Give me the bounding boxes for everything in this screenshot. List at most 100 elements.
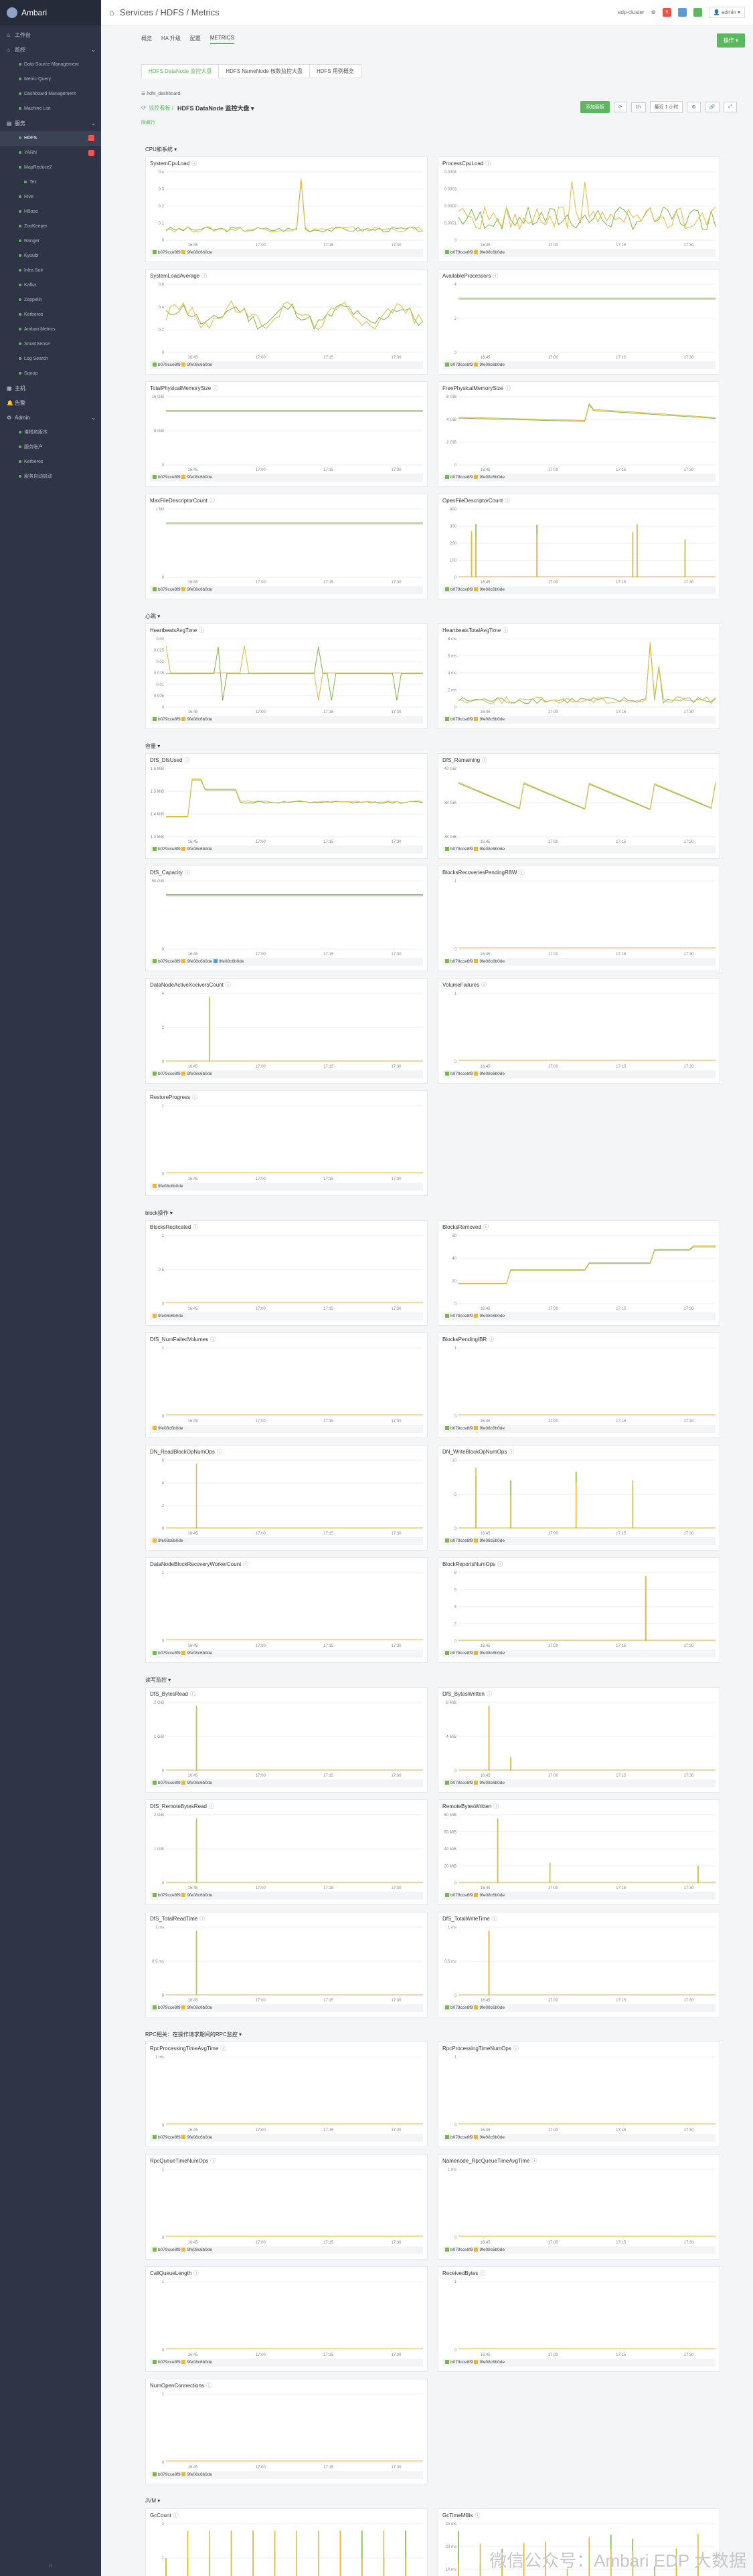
time-range-select[interactable]: 1h [631, 102, 646, 112]
sidebar-item[interactable]: ⌂ 工作台 [0, 28, 101, 43]
refresh-interval-select[interactable]: 最近 1 小时 [649, 101, 683, 113]
legend-item[interactable]: b079cce8f9 [445, 1893, 474, 1898]
sidebar-item[interactable]: Log Search [0, 352, 101, 367]
metric-panel[interactable]: RestoreProgress ⓘ 1 0 16:45 17:00 17:15 17:30 9f… [145, 1090, 428, 1196]
tab-dashboard[interactable]: HDFS DataNode 监控大盘 [141, 64, 220, 78]
metric-panel[interactable]: MaxFileDescriptorCount ⓘ 1 Mil 0 16:45 17:00 1… [145, 494, 428, 599]
legend-item[interactable]: 9fe08c6b0de [181, 1781, 212, 1785]
legend-item[interactable]: 9fe08c6b0de [181, 2135, 212, 2140]
group-title[interactable]: RPC相关：在操作请求期间的RPC监控 ▾ [145, 2031, 242, 2038]
legend-item[interactable]: 9fe08c6b0de [181, 2472, 212, 2477]
sidebar-item[interactable]: Ranger [0, 234, 101, 249]
sidebar-item[interactable]: 服务账户 [0, 440, 101, 455]
legend-item[interactable]: b079cce8f9 [445, 363, 474, 367]
metric-panel[interactable]: DfS_BytesWritten ⓘ 8 MiB 4 MiB 0 16:45 17:00 17… [438, 1687, 720, 1793]
sidebar-item[interactable]: Kerberos [0, 308, 101, 322]
legend-item[interactable]: 9fe08c6b0de [181, 1072, 212, 1076]
legend-item[interactable]: b079cce8f9 [153, 587, 181, 592]
metric-panel[interactable]: ProcessCpuLoad ⓘ 0.0004 0.0003 0.0002 0.0001 0… [438, 157, 720, 262]
sidebar-item[interactable]: ZooKeeper [0, 219, 101, 234]
legend-item[interactable]: 9fe08c6b0de [474, 1314, 505, 1318]
legend-item[interactable]: 9fe08c6b0de [181, 587, 212, 592]
metric-panel[interactable]: Namenode_RpcQueueTimeAvgTime ⓘ 1 ms 0 16:45 1… [438, 2154, 720, 2260]
group-title[interactable]: 读写监控 ▾ [145, 1676, 171, 1684]
legend-item[interactable]: b079cce8f9 [445, 1314, 474, 1318]
sidebar-item[interactable]: YARN [0, 146, 101, 161]
legend-item[interactable]: b079cce8f9 [153, 1072, 181, 1076]
metric-panel[interactable]: BlocksPendingIBR ⓘ 1 0 16:45 17:00 17:15 17:30 b… [438, 1332, 720, 1438]
collapse-sidebar-icon[interactable]: « [0, 2562, 101, 2569]
metric-panel[interactable]: CallQueueLength ⓘ 1 0 16:45 17:00 17:15 17:30 b0… [145, 2266, 428, 2372]
tab-dashboard[interactable]: HDFS NameNode 核数监控大盘 [218, 64, 310, 78]
metric-panel[interactable]: NumOpenConnections ⓘ 1 0 16:45 17:00 17:15 17:3… [145, 2379, 428, 2484]
legend-item[interactable]: 9fe08c6b0de [474, 587, 505, 592]
legend-item[interactable]: 9fe08c6b0de [213, 959, 244, 964]
metric-panel[interactable]: DfS_RemoteBytesRead ⓘ 2 GiB 1 GiB 0 16:45 17:0… [145, 1799, 428, 1905]
legend-item[interactable]: b079cce8f9 [153, 1781, 181, 1785]
metric-panel[interactable]: GcCountⓘ21016:4517:0017:1517:30b079cce8f… [145, 2508, 428, 2576]
legend-item[interactable]: 9fe08c6b0de [474, 250, 505, 255]
add-panel-button[interactable]: 添加面板 [580, 101, 610, 113]
actions-button[interactable]: 操作 ▾ [716, 33, 745, 47]
home-icon[interactable]: ⌂ [109, 7, 114, 17]
metric-panel[interactable]: SystemCpuLoad ⓘ 0.4 0.3 0.2 0.1 0 16:45 17:00 17:… [145, 157, 428, 262]
metric-panel[interactable]: FreePhysicalMemorySize ⓘ 6 GiB 4 GiB 2 GiB 0 1… [438, 381, 720, 487]
legend-item[interactable]: 9fe08c6b0de [474, 2248, 505, 2252]
metric-panel[interactable]: DN_ReadBlockOpNumOps ⓘ 6 4 2 0 16:45 17:00 17:15… [145, 1445, 428, 1551]
metric-panel[interactable]: DfS_Remaining ⓘ 40 GiB 38 GiB 36 GiB 16:45 17:… [438, 753, 720, 859]
metric-panel[interactable]: SystemLoadAverage ⓘ 0.6 0.4 0.2 0 16:45 17:00 17… [145, 269, 428, 375]
legend-item[interactable]: 9fe08c6b0de [474, 2005, 505, 2010]
dashboard-title[interactable]: HDFS DataNode 监控大盘 ▾ [177, 104, 254, 112]
legend-item[interactable]: b079cce8f9 [445, 2248, 474, 2252]
tab-service[interactable]: 概览 [141, 35, 152, 44]
cluster-name[interactable]: edp-cluster [618, 9, 645, 15]
fullscreen-button[interactable]: ⤢ [724, 102, 737, 112]
legend-item[interactable]: 9fe08c6b0de [474, 475, 505, 480]
sidebar-item[interactable]: HDFS [0, 131, 101, 146]
legend-item[interactable]: 9fe08c6b0de [474, 717, 505, 722]
metric-panel[interactable]: DN_WriteBlockOpNumOps ⓘ 10 5 0 16:45 17:00 17:1… [438, 1445, 720, 1551]
metric-panel[interactable]: VolumeFailures ⓘ 1 0 16:45 17:00 17:15 17:30 b07… [438, 978, 720, 1084]
dashboard-list-label[interactable]: ☰ hdfs_dashboard [141, 91, 180, 96]
group-title[interactable]: CPU和系统 ▾ [145, 146, 177, 153]
legend-item[interactable]: b079cce8f9 [445, 2005, 474, 2010]
apps-icon[interactable] [693, 8, 702, 17]
metric-panel[interactable]: BlocksReplicated ⓘ 1 0.5 0 16:45 17:00 17:15 17:… [145, 1220, 428, 1326]
legend-item[interactable]: b079cce8f9 [153, 363, 181, 367]
legend-item[interactable]: b079cce8f9 [153, 2248, 181, 2252]
legend-item[interactable]: 9fe08c6b0de [181, 1651, 212, 1656]
sidebar-item[interactable]: Tez [0, 175, 101, 190]
reload-button[interactable]: ⟳ [613, 102, 627, 112]
legend-item[interactable]: 9fe08c6b0de [474, 1893, 505, 1898]
tab-dashboard[interactable]: HDFS 用例概览 [309, 64, 361, 78]
legend-item[interactable]: b079cce8f9 [153, 717, 181, 722]
metric-panel[interactable]: BlocksRemoved ⓘ 60 40 20 0 16:45 17:00 17:15 17:3… [438, 1220, 720, 1326]
legend-item[interactable]: b079cce8f9 [445, 717, 474, 722]
metric-panel[interactable]: OpenFileDescriptorCount ⓘ 400 300 200 100 0 16:… [438, 494, 720, 599]
legend-item[interactable]: b079cce8f9 [153, 847, 181, 852]
metric-panel[interactable]: DfS_TotalReadTime ⓘ 1 ms 0.5 ms 0 16:45 17:00 1… [145, 1912, 428, 2017]
legend-item[interactable]: b079cce8f9 [445, 2135, 474, 2140]
sidebar-item[interactable]: Hive [0, 190, 101, 205]
metric-panel[interactable]: DfS_TotalWriteTime ⓘ 1 ms 0.5 ms 0 16:45 17:00… [438, 1912, 720, 2017]
legend-item[interactable]: b079cce8f9 [153, 250, 181, 255]
sidebar-item[interactable]: ▦ 主机 [0, 381, 101, 396]
sidebar-item[interactable]: ▤ 服务 ⌄ [0, 116, 101, 131]
metric-panel[interactable]: RpcQueueTimeNumOps ⓘ 1 0 16:45 17:00 17:15 17:3… [145, 2154, 428, 2260]
sidebar-item[interactable]: Machine List [0, 102, 101, 116]
legend-item[interactable]: 9fe08c6b0de [181, 475, 212, 480]
group-title[interactable]: JVM ▾ [145, 2498, 160, 2504]
legend-item[interactable]: 9fe08c6b0de [181, 250, 212, 255]
metric-panel[interactable]: AvailableProcessors ⓘ 4 2 0 16:45 17:00 17:15 17… [438, 269, 720, 375]
legend-item[interactable]: b079cce8f9 [445, 1781, 474, 1785]
settings-icon[interactable]: ⚙ [651, 9, 656, 15]
metric-panel[interactable]: DataNodeBlockRecoveryWorkerCount ⓘ 1 0 16:45… [145, 1557, 428, 1663]
sidebar-item[interactable]: Zeppelin [0, 293, 101, 308]
metric-panel[interactable]: HeartbeatsTotalAvgTime ⓘ 8 ms 6 ms 4 ms 2 ms 0… [438, 623, 720, 729]
metric-panel[interactable]: HeartbeatsAvgTime ⓘ 0.03 0.025 0.02 0.015 0.01… [145, 623, 428, 729]
sidebar-item[interactable]: Ambari Metrics [0, 322, 101, 337]
legend-item[interactable]: b079cce8f9 [445, 1651, 474, 1656]
metric-panel[interactable]: RemoteBytesWritten ⓘ 80 MiB 60 MiB 40 MiB 20 … [438, 1799, 720, 1905]
sidebar-item[interactable]: Data Source Management [0, 58, 101, 72]
sidebar-item[interactable]: Infra Solr [0, 264, 101, 278]
